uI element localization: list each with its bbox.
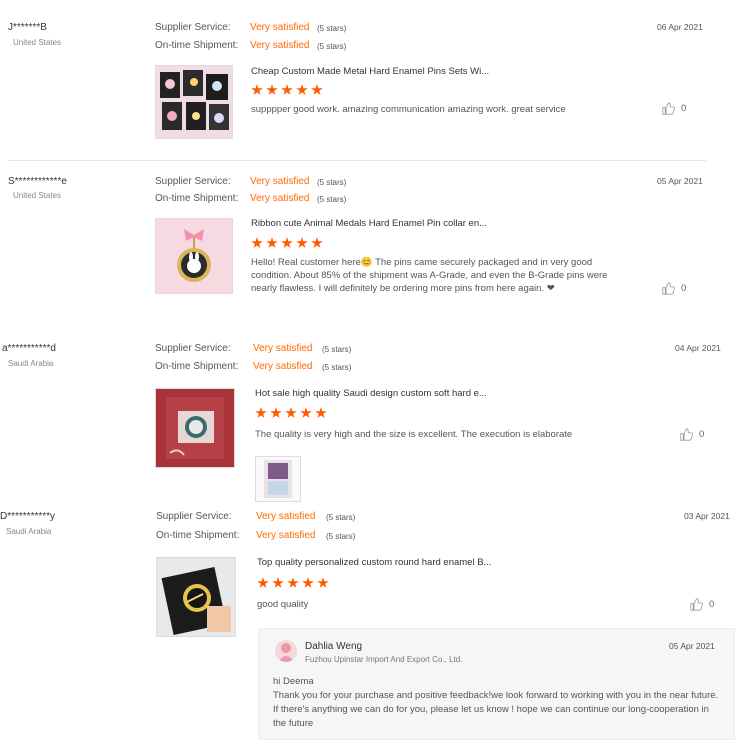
star-icon: [296, 237, 308, 248]
star-icon: [296, 84, 308, 95]
product-thumbnail[interactable]: [156, 557, 236, 637]
review-comment: supppper good work. amazing communicatio…: [251, 104, 566, 115]
reply-greeting: hi Deema: [273, 676, 314, 687]
star-icon: [287, 577, 299, 588]
shipment-label: On-time Shipment:: [155, 193, 239, 204]
supplier-service-label: Supplier Service:: [155, 22, 231, 33]
reviewer-name: J*******B: [8, 22, 47, 33]
review-date: 03 Apr 2021: [684, 511, 730, 521]
rating-stars: [257, 577, 329, 589]
product-title-link[interactable]: Top quality personalized custom round ha…: [257, 557, 491, 568]
review-photo-image: [264, 460, 292, 498]
review-date: 06 Apr 2021: [657, 22, 703, 32]
round-pin-image: [161, 567, 231, 635]
shipment-label: On-time Shipment:: [156, 530, 240, 541]
rating-stars: [251, 237, 323, 249]
like-count: 0: [681, 283, 687, 294]
reviewer-country: Saudi Arabia: [8, 359, 54, 368]
reply-company: Fuzhou Upinstar Import And Export Co., L…: [305, 655, 463, 664]
supplier-service-label: Supplier Service:: [155, 343, 231, 354]
shipment-value: Very satisfied: [250, 193, 310, 204]
pins-image: [160, 70, 229, 130]
review-date: 05 Apr 2021: [657, 176, 703, 186]
star-icon: [317, 577, 329, 588]
like-count: 0: [709, 599, 715, 610]
star-icon: [311, 84, 323, 95]
thumbs-up-icon: [680, 428, 693, 441]
shipment-label: On-time Shipment:: [155, 361, 239, 372]
supplier-service-value: Very satisfied: [256, 511, 316, 522]
reply-text: Thank you for your purchase and positive…: [273, 690, 719, 729]
supplier-service-stars: (5 stars): [317, 24, 347, 33]
supplier-service-value: Very satisfied: [250, 176, 310, 187]
product-thumbnail[interactable]: [155, 65, 233, 139]
avatar: [275, 640, 297, 662]
product-thumbnail[interactable]: [155, 388, 235, 468]
shipment-stars: (5 stars): [317, 195, 347, 204]
reply-date: 05 Apr 2021: [669, 641, 715, 651]
product-title-link[interactable]: Ribbon cute Animal Medals Hard Enamel Pi…: [251, 218, 487, 229]
reviewer-country: United States: [13, 191, 62, 200]
like-button[interactable]: 0: [690, 598, 714, 611]
shipment-label: On-time Shipment:: [155, 40, 239, 51]
like-button[interactable]: 0: [662, 102, 686, 115]
medal-pin-image: [177, 229, 211, 282]
star-icon: [281, 84, 293, 95]
star-icon: [255, 407, 267, 418]
star-icon: [302, 577, 314, 588]
thumbs-up-icon: [662, 102, 675, 115]
rating-stars: [251, 84, 323, 96]
review-comment: good quality: [257, 599, 309, 610]
star-icon: [311, 237, 323, 248]
thumbs-up-icon: [690, 598, 703, 611]
star-icon: [266, 237, 278, 248]
product-thumbnail[interactable]: [155, 218, 233, 294]
supplier-service-label: Supplier Service:: [156, 511, 232, 522]
like-count: 0: [699, 429, 705, 440]
rating-stars: [255, 407, 327, 419]
reviewer-name: a***********d: [2, 343, 56, 354]
like-button[interactable]: 0: [680, 428, 704, 441]
thumbs-up-icon: [662, 282, 675, 295]
reviewer-country: United States: [13, 38, 62, 47]
like-count: 0: [681, 103, 687, 114]
star-icon: [266, 84, 278, 95]
shipment-value: Very satisfied: [250, 40, 310, 51]
star-icon: [272, 577, 284, 588]
product-title-link[interactable]: Cheap Custom Made Metal Hard Enamel Pins…: [251, 66, 489, 77]
reply-author-name: Dahlia Weng: [305, 641, 363, 652]
supplier-service-stars: (5 stars): [326, 513, 356, 522]
star-icon: [257, 577, 269, 588]
reviewer-name: D***********y: [0, 511, 56, 522]
shipment-stars: (5 stars): [326, 532, 356, 541]
saudi-pin-image: [166, 397, 224, 459]
shipment-stars: (5 stars): [322, 363, 352, 372]
star-icon: [300, 407, 312, 418]
review-date: 04 Apr 2021: [675, 343, 721, 353]
supplier-service-label: Supplier Service:: [155, 176, 231, 187]
supplier-service-stars: (5 stars): [322, 345, 352, 354]
shipment-value: Very satisfied: [256, 530, 316, 541]
divider: [8, 160, 706, 161]
reviewer-name: S************e: [8, 176, 67, 187]
supplier-service-value: Very satisfied: [253, 343, 313, 354]
star-icon: [285, 407, 297, 418]
supplier-reply: Dahlia Weng Fuzhou Upinstar Import And E…: [258, 628, 735, 740]
star-icon: [270, 407, 282, 418]
product-title-link[interactable]: Hot sale high quality Saudi design custo…: [255, 388, 487, 399]
star-icon: [251, 84, 263, 95]
shipment-stars: (5 stars): [317, 42, 347, 51]
review-comment: Hello! Real customer here😊 The pins came…: [251, 257, 608, 294]
star-icon: [251, 237, 263, 248]
review-photo[interactable]: [255, 456, 301, 502]
star-icon: [281, 237, 293, 248]
shipment-value: Very satisfied: [253, 361, 313, 372]
star-icon: [315, 407, 327, 418]
like-button[interactable]: 0: [662, 282, 686, 295]
avatar-image: [278, 643, 294, 662]
review-comment: The quality is very high and the size is…: [255, 429, 573, 440]
supplier-service-value: Very satisfied: [250, 22, 310, 33]
reviewer-country: Saudi Arabia: [6, 527, 52, 536]
supplier-service-stars: (5 stars): [317, 178, 347, 187]
